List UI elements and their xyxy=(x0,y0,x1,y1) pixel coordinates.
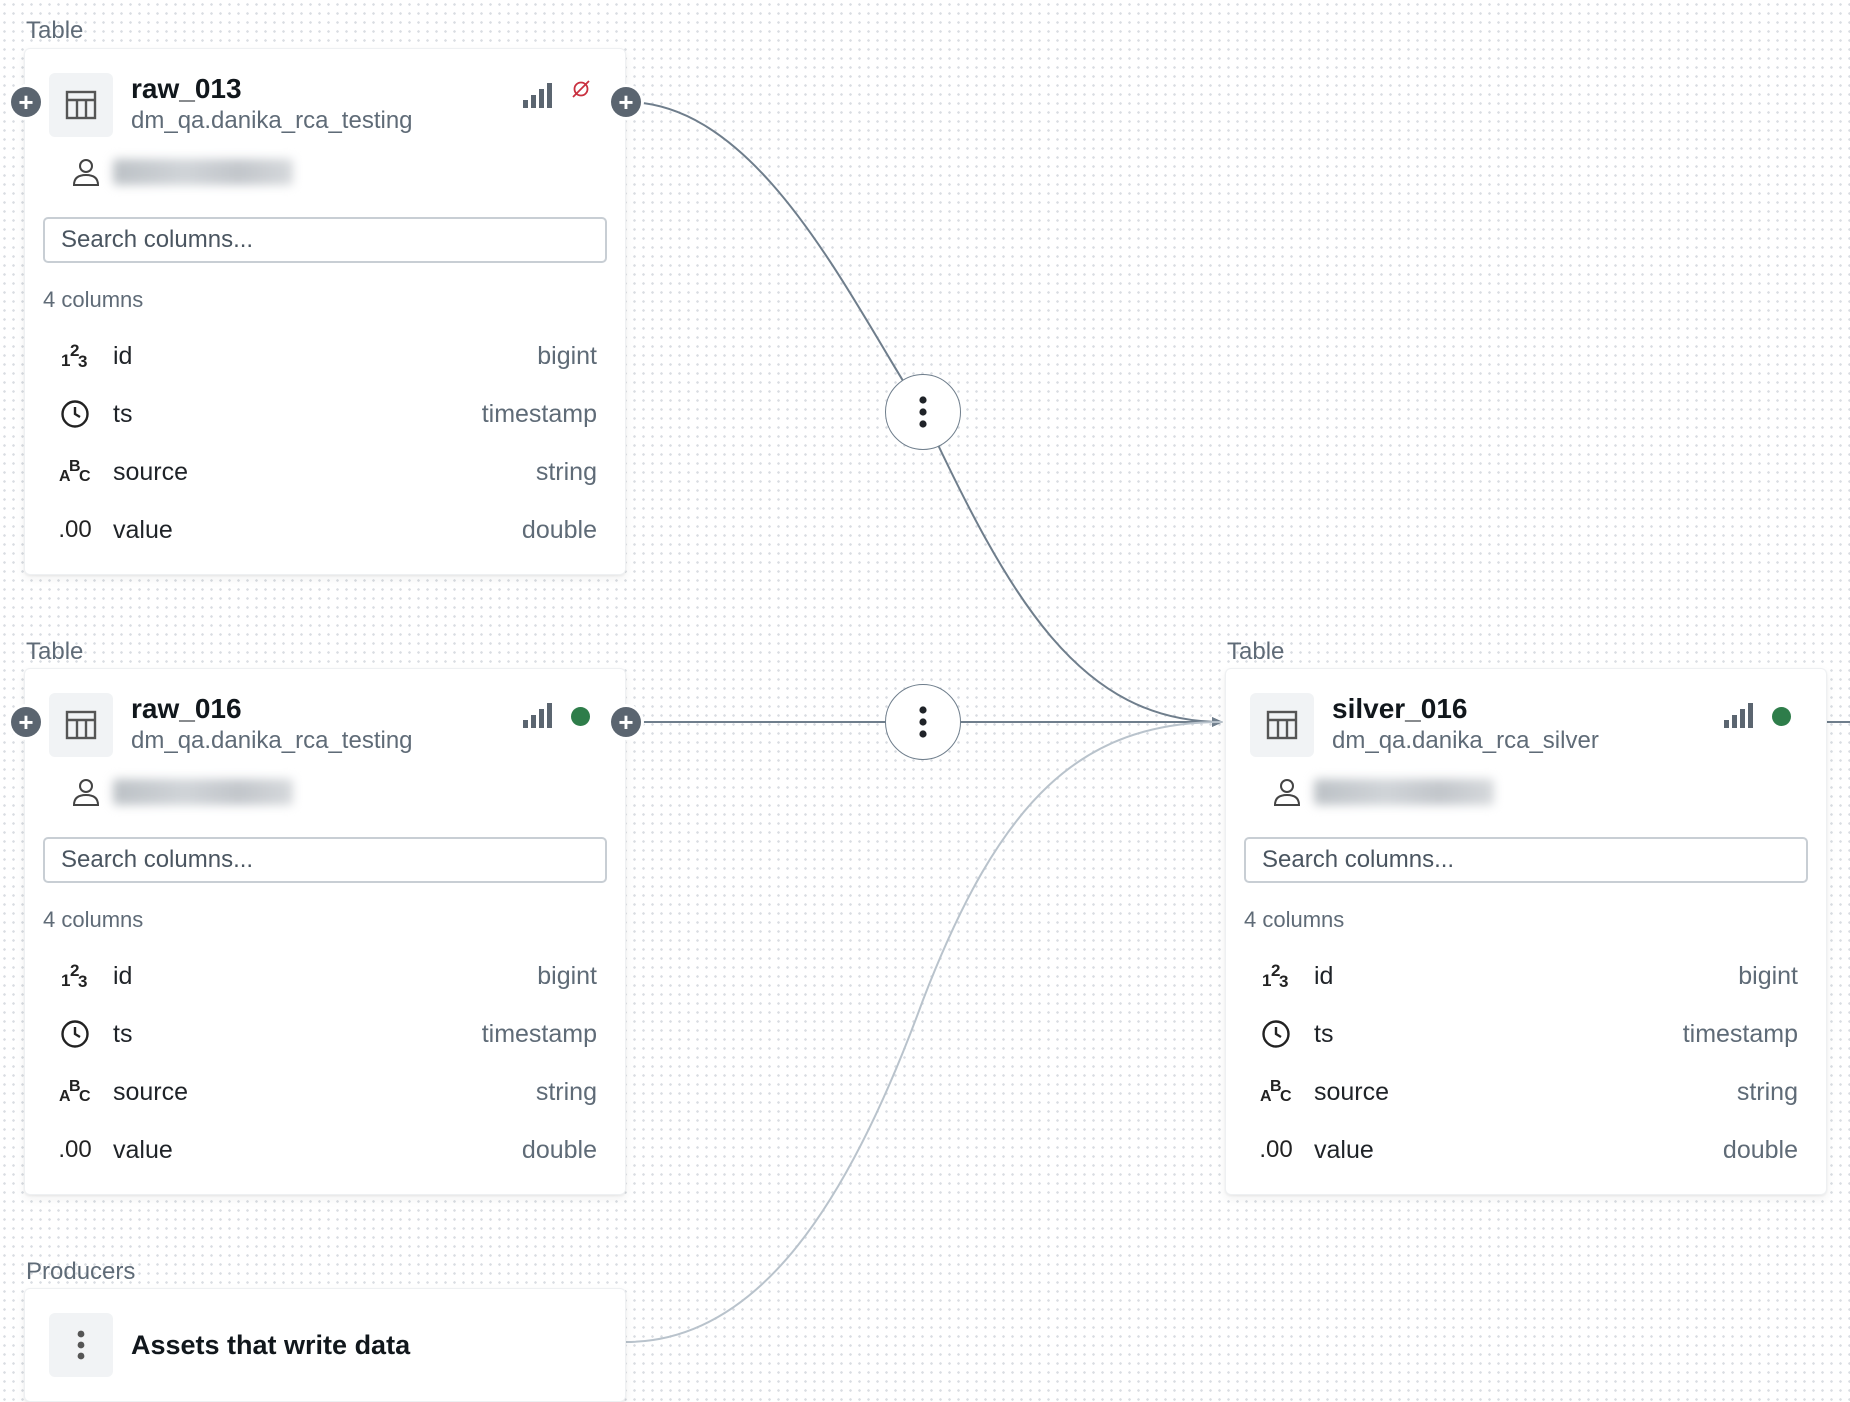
column-name: ts xyxy=(113,399,133,428)
node-type-label: Table xyxy=(26,638,84,665)
decimal-icon: .00 xyxy=(58,1136,92,1163)
table-path: dm_qa.danika_rca_testing xyxy=(131,727,413,754)
signal-strength-icon xyxy=(1724,703,1753,728)
integer-icon: 123 xyxy=(1262,961,1289,991)
expand-upstream-button[interactable]: + xyxy=(11,87,41,117)
column-row[interactable]: ABC source string xyxy=(1244,1063,1798,1121)
table-node-raw-013[interactable]: raw_013 dm_qa.danika_rca_testing 4 colum… xyxy=(24,48,626,575)
decimal-icon: .00 xyxy=(1259,1136,1293,1163)
string-icon: ABC xyxy=(1260,1078,1292,1105)
user-icon xyxy=(72,159,100,186)
string-icon: ABC xyxy=(59,458,91,485)
column-row[interactable]: ts timestamp xyxy=(1244,1005,1798,1063)
expand-downstream-button[interactable]: + xyxy=(611,707,641,737)
column-count: 4 columns xyxy=(43,907,144,932)
column-row[interactable]: ts timestamp xyxy=(43,385,597,443)
decimal-icon: .00 xyxy=(58,516,92,543)
kebab-icon xyxy=(49,1313,113,1377)
user-icon xyxy=(1273,779,1301,806)
column-row[interactable]: ts timestamp xyxy=(43,1005,597,1063)
column-type: timestamp xyxy=(481,1019,597,1048)
owner-row xyxy=(1272,777,1494,807)
clock-icon xyxy=(1244,1019,1308,1049)
string-icon: ABC xyxy=(59,1078,91,1105)
table-name[interactable]: raw_013 xyxy=(131,73,242,105)
producers-label: Producers xyxy=(26,1258,136,1285)
column-name: value xyxy=(113,1135,173,1164)
expand-downstream-button[interactable]: + xyxy=(611,87,641,117)
column-name: value xyxy=(113,515,173,544)
owner-row xyxy=(71,157,293,187)
owner-name-redacted xyxy=(113,779,293,805)
column-type: double xyxy=(521,1135,597,1164)
column-row[interactable]: .00 value double xyxy=(43,1121,597,1179)
table-path: dm_qa.danika_rca_testing xyxy=(131,107,413,134)
edge-menu-button[interactable] xyxy=(885,374,961,450)
expand-upstream-button[interactable]: + xyxy=(11,707,41,737)
integer-icon: 123 xyxy=(61,341,88,371)
table-name[interactable]: silver_016 xyxy=(1332,693,1467,725)
column-row[interactable]: ABC source string xyxy=(43,443,597,501)
table-name[interactable]: raw_016 xyxy=(131,693,242,725)
column-name: id xyxy=(1314,961,1334,990)
column-row[interactable]: 123 id bigint xyxy=(43,327,597,385)
owner-name-redacted xyxy=(113,159,293,185)
column-type: bigint xyxy=(1738,961,1798,990)
column-name: ts xyxy=(113,1019,133,1048)
status-ok-icon[interactable] xyxy=(1772,707,1791,726)
user-icon xyxy=(72,779,100,806)
column-type: bigint xyxy=(537,341,597,370)
column-row[interactable]: .00 value double xyxy=(43,501,597,559)
table-icon xyxy=(49,73,113,137)
column-name: ts xyxy=(1314,1019,1334,1048)
node-type-label: Table xyxy=(1227,638,1285,665)
signal-strength-icon xyxy=(523,703,552,728)
table-path: dm_qa.danika_rca_silver xyxy=(1332,727,1599,754)
column-type: timestamp xyxy=(1682,1019,1798,1048)
column-type: double xyxy=(521,515,597,544)
search-columns-input[interactable] xyxy=(43,837,607,883)
column-type: string xyxy=(1736,1077,1798,1106)
column-name: source xyxy=(113,1077,189,1106)
producers-title[interactable]: Assets that write data xyxy=(131,1330,410,1361)
table-icon xyxy=(49,693,113,757)
column-name: source xyxy=(113,457,189,486)
table-icon xyxy=(1250,693,1314,757)
column-type: bigint xyxy=(537,961,597,990)
owner-name-redacted xyxy=(1314,779,1494,805)
column-type: double xyxy=(1722,1135,1798,1164)
column-count: 4 columns xyxy=(43,287,144,312)
column-name: id xyxy=(113,341,133,370)
owner-row xyxy=(71,777,293,807)
status-ok-icon[interactable] xyxy=(571,707,590,726)
edge-menu-button[interactable] xyxy=(885,684,961,760)
signal-strength-icon xyxy=(523,83,552,108)
monitor-disabled-icon[interactable] xyxy=(571,79,591,99)
clock-icon xyxy=(43,399,107,429)
column-type: string xyxy=(535,457,597,486)
edge-producers-to-silver016[interactable] xyxy=(625,721,1223,1343)
kebab-icon xyxy=(919,396,927,428)
column-name: value xyxy=(1314,1135,1374,1164)
column-count: 4 columns xyxy=(1244,907,1345,932)
table-node-silver-016[interactable]: silver_016 dm_qa.danika_rca_silver 4 col… xyxy=(1225,668,1827,1195)
kebab-icon xyxy=(919,706,927,738)
column-row[interactable]: 123 id bigint xyxy=(43,947,597,1005)
column-name: source xyxy=(1314,1077,1390,1106)
node-type-label: Table xyxy=(26,17,84,44)
table-node-raw-016[interactable]: raw_016 dm_qa.danika_rca_testing 4 colum… xyxy=(24,668,626,1195)
clock-icon xyxy=(43,1019,107,1049)
column-row[interactable]: 123 id bigint xyxy=(1244,947,1798,1005)
column-type: string xyxy=(535,1077,597,1106)
integer-icon: 123 xyxy=(61,961,88,991)
search-columns-input[interactable] xyxy=(43,217,607,263)
column-row[interactable]: .00 value double xyxy=(1244,1121,1798,1179)
producers-node[interactable]: Assets that write data xyxy=(24,1288,626,1402)
column-type: timestamp xyxy=(481,399,597,428)
column-row[interactable]: ABC source string xyxy=(43,1063,597,1121)
search-columns-input[interactable] xyxy=(1244,837,1808,883)
column-name: id xyxy=(113,961,133,990)
